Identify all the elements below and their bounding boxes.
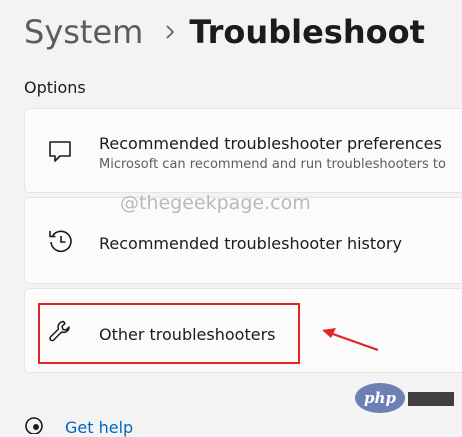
wrench-icon [47, 318, 73, 344]
breadcrumb: System Troubleshoot [24, 8, 425, 56]
chevron-right-icon [165, 25, 175, 39]
php-logo: php [355, 383, 405, 413]
history-icon [47, 228, 73, 254]
watermark: @thegeekpage.com [120, 192, 311, 214]
option-recommended-preferences[interactable]: Recommended troubleshooter preferences M… [24, 108, 462, 193]
section-label-options: Options [24, 78, 86, 97]
option-title: Recommended troubleshooter history [99, 234, 402, 253]
message-icon [47, 138, 73, 164]
php-logo-dark-block [408, 392, 454, 406]
option-title: Recommended troubleshooter preferences [99, 134, 442, 153]
option-subtitle: Microsoft can recommend and run troubles… [99, 157, 446, 172]
option-title: Other troubleshooters [99, 325, 276, 344]
page-title: Troubleshoot [189, 13, 425, 51]
breadcrumb-system[interactable]: System [24, 13, 143, 51]
red-arrow-annotation [322, 328, 379, 352]
option-other-troubleshooters[interactable]: Other troubleshooters [24, 288, 462, 373]
get-help-link[interactable]: Get help [65, 418, 133, 437]
help-icon [25, 417, 43, 434]
